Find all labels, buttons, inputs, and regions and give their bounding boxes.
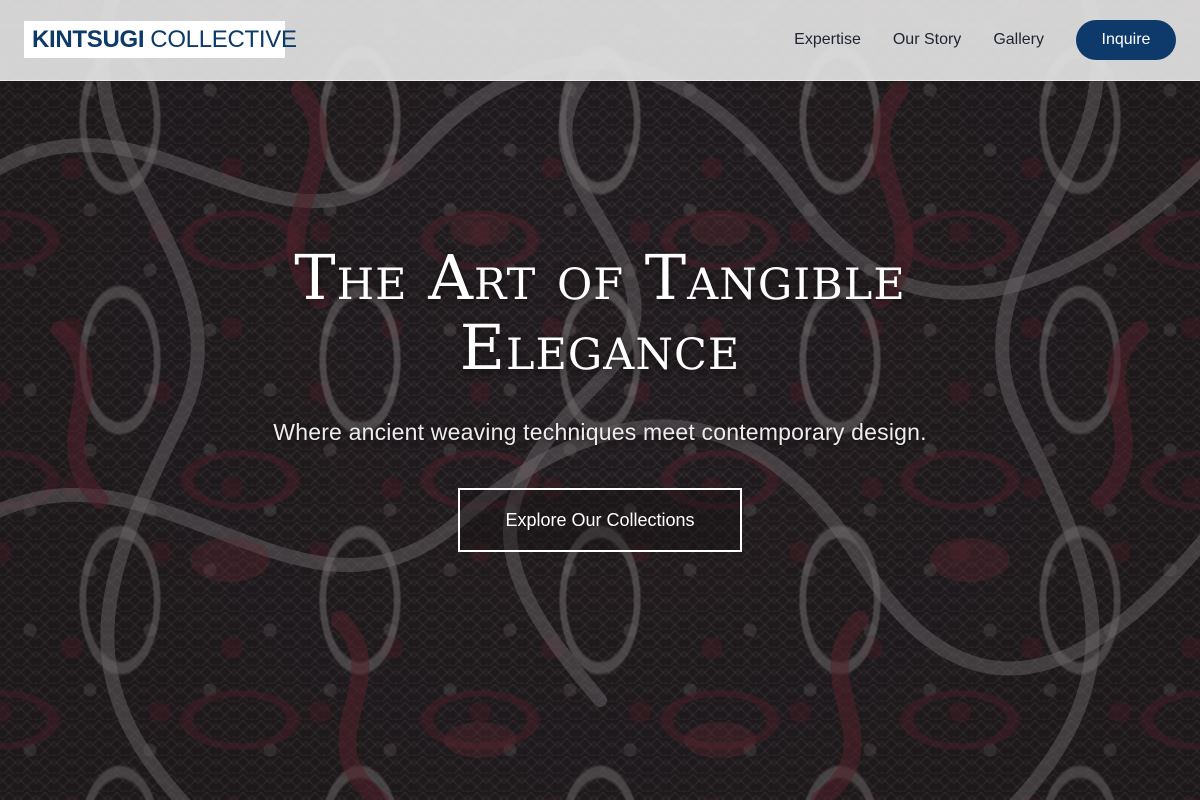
logo-bold-text: KINTSUGI [32,25,145,53]
main-nav: Expertise Our Story Gallery Inquire [794,20,1176,60]
logo-light-text: COLLECTIVE [150,25,297,53]
nav-item-expertise[interactable]: Expertise [794,31,861,49]
inquire-button[interactable]: Inquire [1076,20,1176,60]
site-header: KINTSUGI COLLECTIVE Expertise Our Story G… [0,0,1200,81]
nav-item-gallery[interactable]: Gallery [993,31,1044,49]
hero-title: The Art of Tangible Elegance [294,241,906,384]
nav-item-our-story[interactable]: Our Story [893,31,961,49]
brand-logo[interactable]: KINTSUGI COLLECTIVE [24,21,297,58]
hero-subtitle: Where ancient weaving techniques meet co… [273,419,927,445]
explore-collections-button[interactable]: Explore Our Collections [458,488,742,552]
hero-section: The Art of Tangible Elegance Where ancie… [0,80,1200,800]
page: KINTSUGI COLLECTIVE Expertise Our Story G… [0,0,1200,800]
